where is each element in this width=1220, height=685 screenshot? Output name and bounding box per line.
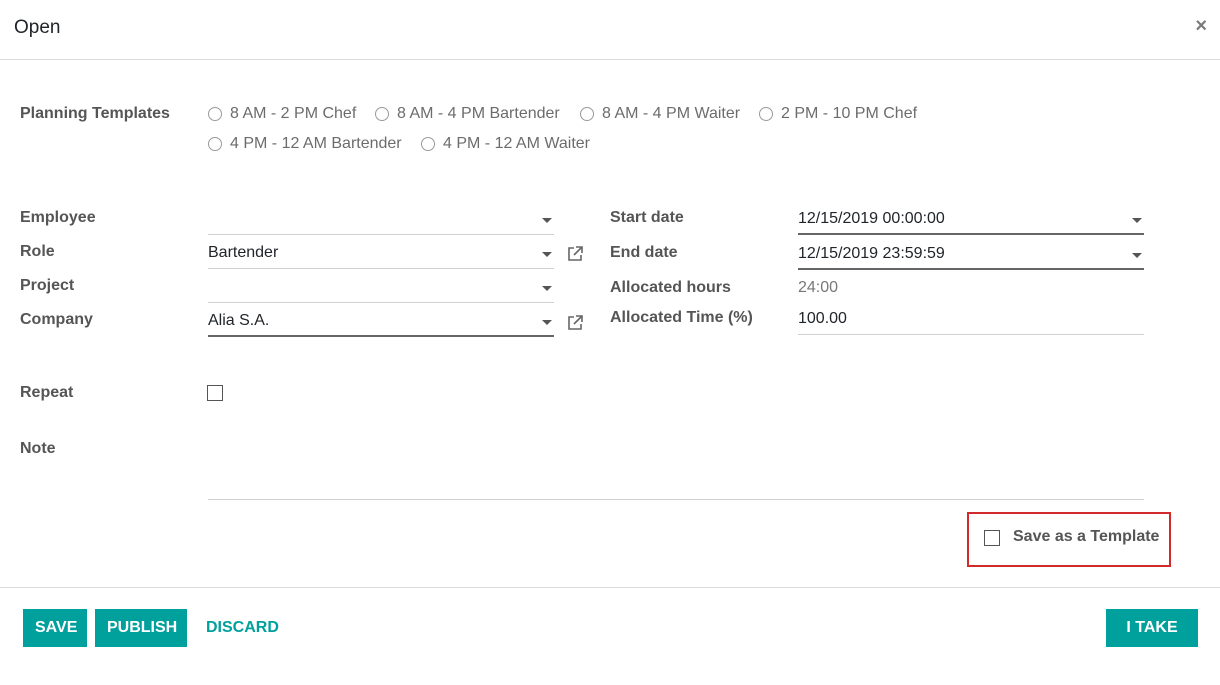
allocated-time-value: 100.00 — [798, 310, 847, 327]
role-field[interactable]: Bartender — [208, 239, 554, 269]
repeat-label: Repeat — [20, 384, 74, 401]
save-template-checkbox[interactable] — [984, 530, 1000, 546]
chevron-down-icon[interactable] — [542, 320, 552, 325]
end-date-label: End date — [610, 244, 678, 261]
dialog-header: Open × — [0, 0, 1220, 60]
take-it-button[interactable]: I TAKE IT — [1106, 609, 1198, 674]
external-link-icon[interactable] — [566, 314, 584, 332]
template-option-label: 8 AM - 4 PM Bartender — [397, 105, 560, 122]
allocated-hours-label: Allocated hours — [610, 279, 731, 296]
chevron-down-icon[interactable] — [1132, 218, 1142, 223]
save-template-label[interactable]: Save as a Template — [1013, 528, 1159, 546]
chevron-down-icon[interactable] — [542, 286, 552, 291]
company-field[interactable]: Alia S.A. — [208, 307, 554, 337]
template-radio-option[interactable]: 4 PM - 12 AM Bartender — [208, 135, 402, 153]
note-label: Note — [20, 440, 56, 457]
template-option-label: 8 AM - 2 PM Chef — [230, 105, 357, 122]
planning-templates-label: Planning Templates — [20, 105, 170, 122]
publish-button[interactable]: PUBLISH — [95, 609, 187, 647]
external-link-icon[interactable] — [566, 245, 584, 263]
radio-icon[interactable] — [375, 107, 389, 121]
template-radio-option[interactable]: 4 PM - 12 AM Waiter — [421, 135, 590, 153]
chevron-down-icon[interactable] — [542, 252, 552, 257]
project-field[interactable] — [208, 273, 554, 303]
allocated-time-label: Allocated Time (%) — [610, 309, 753, 326]
end-date-value: 12/15/2019 23:59:59 — [798, 245, 945, 262]
project-label: Project — [20, 277, 75, 294]
start-date-field[interactable]: 12/15/2019 00:00:00 — [798, 205, 1144, 235]
employee-label: Employee — [20, 209, 96, 226]
radio-icon[interactable] — [208, 137, 222, 151]
start-date-label: Start date — [610, 209, 684, 226]
discard-button[interactable]: DISCARD — [206, 609, 279, 647]
radio-icon[interactable] — [580, 107, 594, 121]
role-value: Bartender — [208, 244, 279, 261]
radio-icon[interactable] — [208, 107, 222, 121]
radio-icon[interactable] — [421, 137, 435, 151]
employee-field[interactable] — [208, 205, 554, 235]
radio-icon[interactable] — [759, 107, 773, 121]
template-radio-option[interactable]: 8 AM - 4 PM Bartender — [375, 105, 560, 123]
note-field[interactable] — [208, 436, 1144, 500]
allocated-hours-value: 24:00 — [798, 279, 839, 296]
template-option-label: 4 PM - 12 AM Waiter — [443, 135, 590, 152]
role-label: Role — [20, 243, 55, 260]
company-label: Company — [20, 311, 93, 328]
template-radio-option[interactable]: 8 AM - 4 PM Waiter — [580, 105, 740, 123]
company-value: Alia S.A. — [208, 312, 270, 329]
dialog-title: Open — [14, 17, 61, 38]
template-radio-option[interactable]: 2 PM - 10 PM Chef — [759, 105, 917, 123]
template-radio-option[interactable]: 8 AM - 2 PM Chef — [208, 105, 356, 123]
template-option-label: 2 PM - 10 PM Chef — [781, 105, 918, 122]
save-button[interactable]: SAVE — [23, 609, 87, 647]
end-date-field[interactable]: 12/15/2019 23:59:59 — [798, 240, 1144, 270]
close-icon[interactable]: × — [1195, 14, 1207, 38]
repeat-checkbox[interactable] — [207, 385, 223, 401]
template-option-label: 4 PM - 12 AM Bartender — [230, 135, 402, 152]
start-date-value: 12/15/2019 00:00:00 — [798, 210, 945, 227]
allocated-time-field[interactable]: 100.00 — [798, 305, 1144, 335]
chevron-down-icon[interactable] — [542, 218, 552, 223]
template-option-label: 8 AM - 4 PM Waiter — [602, 105, 741, 122]
chevron-down-icon[interactable] — [1132, 253, 1142, 258]
